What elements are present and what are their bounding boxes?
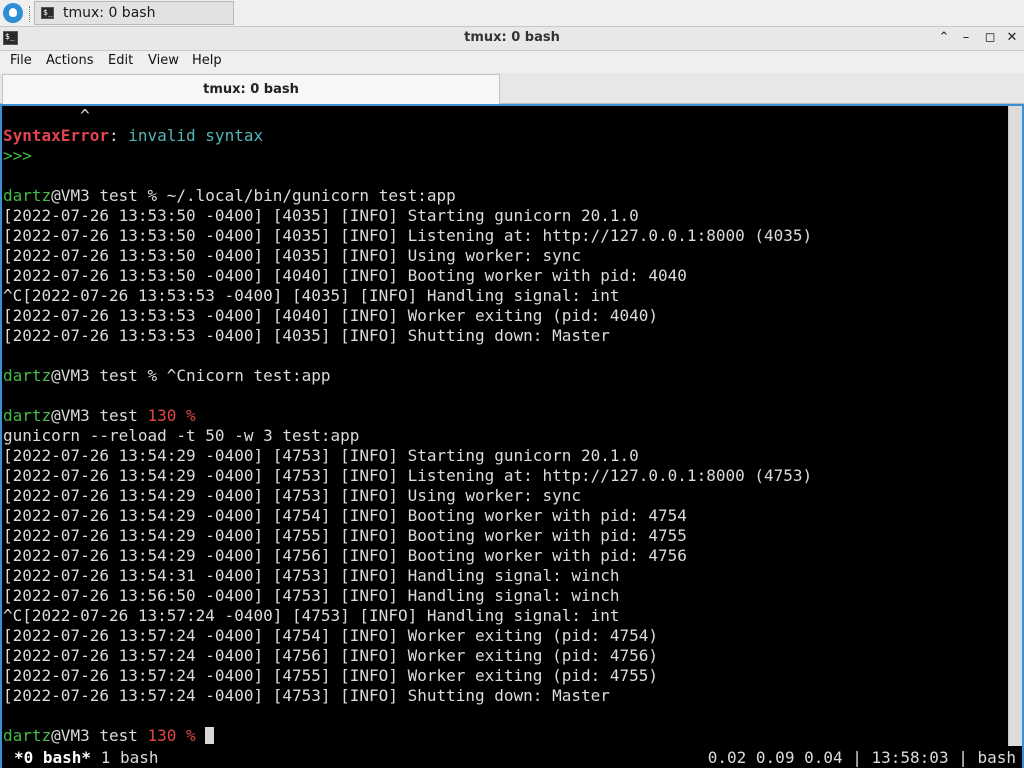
terminal-line: [2022-07-26 13:53:53 -0400] [4040] [INFO… [3,306,1003,326]
terminal-line: [2022-07-26 13:53:50 -0400] [4035] [INFO… [3,226,1003,246]
terminal-text: [2022-07-26 13:57:24 -0400] [4755] [INFO… [3,666,659,685]
terminal-line: dartz@VM3 test % ~/.local/bin/gunicorn t… [3,186,1003,206]
terminal-text: [2022-07-26 13:57:24 -0400] [4754] [INFO… [3,626,659,645]
terminal-text: SyntaxError [3,126,109,145]
terminal-text: ^ [3,106,90,125]
tab-tmux-bash[interactable]: tmux: 0 bash [2,74,500,104]
terminal-text: [2022-07-26 13:54:29 -0400] [4756] [INFO… [3,546,687,565]
terminal-line: dartz@VM3 test 130 % [3,406,1003,426]
terminal-line: [2022-07-26 13:54:29 -0400] [4755] [INFO… [3,526,1003,546]
terminal-text: invalid syntax [128,126,264,145]
menu-file[interactable]: File [10,53,32,68]
terminal-line: dartz@VM3 test % ^Cnicorn test:app [3,366,1003,386]
terminal-text: [2022-07-26 13:53:50 -0400] [4040] [INFO… [3,266,687,285]
terminal-text: [2022-07-26 13:57:24 -0400] [4756] [INFO… [3,646,659,665]
terminal-text: [2022-07-26 13:53:50 -0400] [4035] [INFO… [3,206,639,225]
terminal-cursor [205,727,215,744]
terminal-text: @VM3 test % ~/.local/bin/gunicorn test:a… [51,186,456,205]
terminal-line: [2022-07-26 13:54:29 -0400] [4754] [INFO… [3,506,1003,526]
terminal-text: [2022-07-26 13:53:53 -0400] [4040] [INFO… [3,306,659,325]
tmux-status-right: 0.02 0.09 0.04 | 13:58:03 | bash [707,748,1016,767]
tab-label: tmux: 0 bash [203,82,299,97]
terminal-line: [2022-07-26 13:57:24 -0400] [4755] [INFO… [3,666,1003,686]
minimize-icon[interactable]: – [957,29,975,47]
terminal-text: [2022-07-26 13:54:29 -0400] [4753] [INFO… [3,486,581,505]
terminal-line: dartz@VM3 test 130 % [3,726,1003,746]
terminal-text: 130 % [147,726,196,745]
window-titlebar[interactable]: $_ tmux: 0 bash ⌃ – ◻ ✕ [0,27,1024,51]
taskbar: $_ tmux: 0 bash [0,0,1024,27]
terminal-line: ^ [3,106,1003,126]
menu-bar: File Actions Edit View Help [0,51,1024,73]
taskbar-window-label: tmux: 0 bash [63,5,156,21]
terminal-text: >>> [3,146,32,165]
terminal-text: ^C[2022-07-26 13:53:53 -0400] [4035] [IN… [3,286,620,305]
terminal-text: [2022-07-26 13:57:24 -0400] [4753] [INFO… [3,686,610,705]
tmux-window-list: *0 bash* 1 bash [14,748,159,768]
keep-above-icon[interactable]: ⌃ [935,29,953,47]
terminal-line: [2022-07-26 13:53:50 -0400] [4035] [INFO… [3,206,1003,226]
tmux-window-inactive[interactable]: 1 bash [91,748,159,767]
terminal-text: dartz [3,366,52,385]
terminal-text: [2022-07-26 13:53:53 -0400] [4035] [INFO… [3,326,610,345]
terminal-text: [2022-07-26 13:53:50 -0400] [4035] [INFO… [3,246,581,265]
terminal-text: @VM3 test [51,406,148,425]
terminal-text: [2022-07-26 13:54:29 -0400] [4753] [INFO… [3,446,639,465]
terminal-line: [2022-07-26 13:53:50 -0400] [4035] [INFO… [3,246,1003,266]
terminal-text: 130 % [147,406,196,425]
terminal-line: [2022-07-26 13:57:24 -0400] [4753] [INFO… [3,686,1003,706]
terminal-text: @VM3 test % ^Cnicorn test:app [51,366,331,385]
terminal-line: [2022-07-26 13:57:24 -0400] [4754] [INFO… [3,626,1003,646]
taskbar-window-button[interactable]: $_ tmux: 0 bash [34,1,234,25]
terminal-text: [2022-07-26 13:54:29 -0400] [4753] [INFO… [3,466,813,485]
terminal-text: dartz [3,406,52,425]
menu-view[interactable]: View [148,53,179,68]
terminal-text: gunicorn --reload -t 50 -w 3 test:app [3,426,360,445]
terminal-line: [2022-07-26 13:56:50 -0400] [4753] [INFO… [3,586,1003,606]
terminal-icon: $_ [41,7,54,19]
terminal-text: dartz [3,726,52,745]
terminal-text: [2022-07-26 13:56:50 -0400] [4753] [INFO… [3,586,620,605]
terminal-text: [2022-07-26 13:54:31 -0400] [4753] [INFO… [3,566,620,585]
terminal-text: @VM3 test [51,726,148,745]
terminal-text: : [108,126,129,145]
terminal-line: [2022-07-26 13:53:50 -0400] [4040] [INFO… [3,266,1003,286]
terminal-text: [2022-07-26 13:54:29 -0400] [4754] [INFO… [3,506,687,525]
window-title: tmux: 0 bash [464,30,560,45]
terminal-line: ^C[2022-07-26 13:57:24 -0400] [4753] [IN… [3,606,1003,626]
tab-bar: tmux: 0 bash [0,73,1024,104]
terminal-line: [2022-07-26 13:54:29 -0400] [4753] [INFO… [3,446,1003,466]
close-icon[interactable]: ✕ [1003,29,1021,47]
terminal-line: SyntaxError: invalid syntax [3,126,1003,146]
taskbar-separator [29,6,32,22]
tmux-status-bar: *0 bash* 1 bash 0.02 0.09 0.04 | 13:58:0… [2,748,1022,768]
menu-help[interactable]: Help [192,53,222,68]
terminal-line: [2022-07-26 13:54:29 -0400] [4753] [INFO… [3,486,1003,506]
menu-edit[interactable]: Edit [108,53,133,68]
maximize-icon[interactable]: ◻ [981,29,999,47]
terminal-output: ^ SyntaxError: invalid syntax >>> dartz@VM3… [3,106,1003,746]
terminal-text: [2022-07-26 13:54:29 -0400] [4755] [INFO… [3,526,687,545]
terminal-text: ^C[2022-07-26 13:57:24 -0400] [4753] [IN… [3,606,620,625]
terminal-text: dartz [3,186,52,205]
terminal-line: gunicorn --reload -t 50 -w 3 test:app [3,426,1003,446]
terminal-line: [2022-07-26 13:54:29 -0400] [4753] [INFO… [3,466,1003,486]
terminal-line: [2022-07-26 13:57:24 -0400] [4756] [INFO… [3,646,1003,666]
menu-actions[interactable]: Actions [46,53,94,68]
terminal-text: [2022-07-26 13:53:50 -0400] [4035] [INFO… [3,226,813,245]
terminal-scrollbar[interactable] [1008,106,1022,746]
terminal-view[interactable]: ^ SyntaxError: invalid syntax >>> dartz@VM3… [0,104,1024,768]
terminal-line: [2022-07-26 13:54:31 -0400] [4753] [INFO… [3,566,1003,586]
terminal-line: >>> [3,146,1003,166]
terminal-line: [2022-07-26 13:54:29 -0400] [4756] [INFO… [3,546,1003,566]
terminal-line: ^C[2022-07-26 13:53:53 -0400] [4035] [IN… [3,286,1003,306]
terminal-line: [2022-07-26 13:53:53 -0400] [4035] [INFO… [3,326,1003,346]
tmux-window-active[interactable]: *0 bash* [14,748,91,767]
app-menu-icon[interactable] [3,3,23,23]
